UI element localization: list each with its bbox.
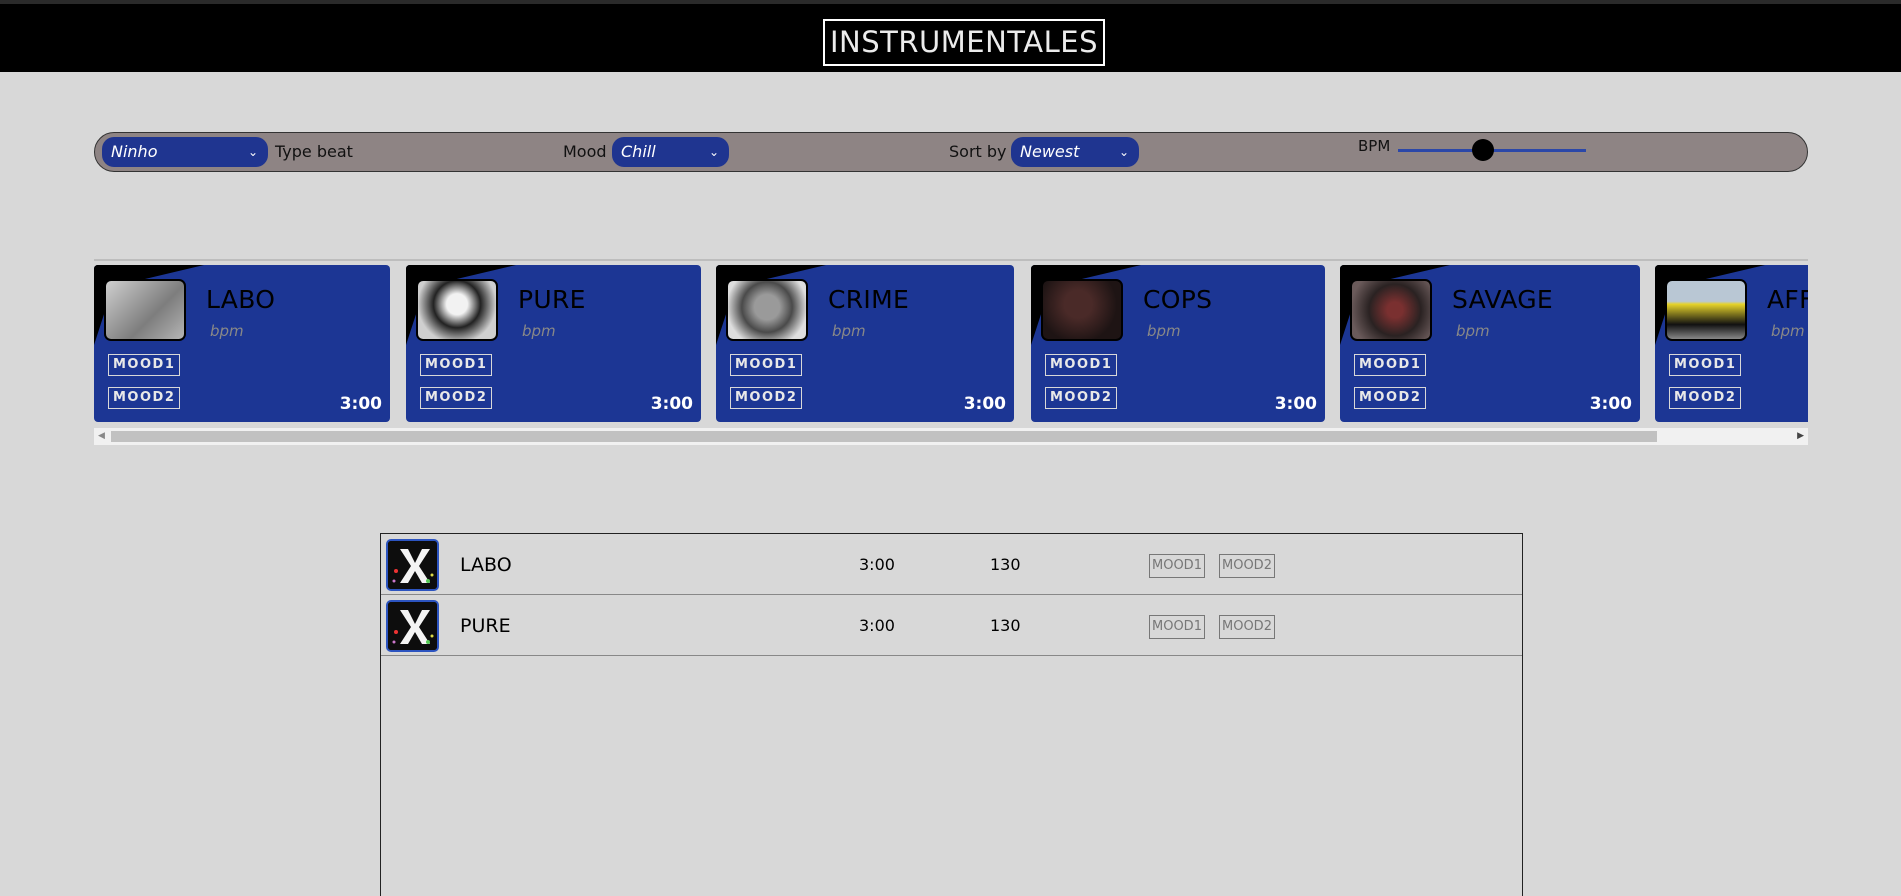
artist-select-value: Ninho [111, 142, 158, 161]
scroll-right-icon[interactable]: ▶ [1797, 432, 1804, 441]
beat-thumbnail [726, 279, 808, 341]
divider [94, 259, 1808, 261]
chevron-down-icon: ⌄ [708, 145, 719, 159]
beat-title: COPS [1143, 285, 1213, 314]
mood-tag: MOOD1 [1149, 615, 1205, 639]
beat-card[interactable]: SAVAGE bpm MOOD1 MOOD2 3:00 [1340, 265, 1640, 422]
beat-bpm: bpm [210, 322, 244, 340]
track-title: LABO [460, 554, 512, 576]
chevron-down-icon: ⌄ [1118, 145, 1129, 159]
sort-select[interactable]: Newest ⌄ [1011, 137, 1139, 167]
scrollbar-thumb[interactable] [111, 431, 1657, 442]
mood-tag: MOOD1 [420, 354, 493, 376]
beat-thumbnail [1665, 279, 1747, 341]
bpm-label: BPM [1358, 137, 1391, 155]
beat-bpm: bpm [1147, 322, 1181, 340]
logo-icon [386, 539, 439, 591]
beat-card[interactable]: AFF bpm MOOD1 MOOD2 [1655, 265, 1808, 422]
beat-carousel: LABO bpm MOOD1 MOOD2 3:00 PURE bpm MOOD1… [94, 265, 1808, 423]
mood-tag: MOOD2 [1669, 387, 1742, 409]
beat-thumbnail [1041, 279, 1123, 341]
beat-title: PURE [518, 285, 586, 314]
mood-tag: MOOD1 [1045, 354, 1118, 376]
mood-tag: MOOD1 [1354, 354, 1427, 376]
top-bar: INSTRUMENTALES [0, 0, 1901, 72]
mood-tag: MOOD2 [1219, 615, 1275, 639]
beat-thumbnail [1350, 279, 1432, 341]
track-title: PURE [460, 615, 511, 637]
page-title: INSTRUMENTALES [823, 19, 1105, 66]
logo-icon-svg [388, 541, 437, 589]
mood-tag: MOOD1 [108, 354, 181, 376]
beat-card[interactable]: CRIME bpm MOOD1 MOOD2 3:00 [716, 265, 1014, 422]
mood-tag: MOOD2 [1045, 387, 1118, 409]
beat-card[interactable]: LABO bpm MOOD1 MOOD2 3:00 [94, 265, 390, 422]
beat-bpm: bpm [832, 322, 866, 340]
beat-title: LABO [206, 285, 276, 314]
logo-icon-svg [388, 602, 437, 650]
beat-thumbnail [416, 279, 498, 341]
bpm-slider-thumb[interactable] [1471, 139, 1494, 161]
sort-label: Sort by [949, 142, 1007, 161]
beat-card[interactable]: COPS bpm MOOD1 MOOD2 3:00 [1031, 265, 1325, 422]
beat-thumbnail [104, 279, 186, 341]
mood-select-value: Chill [621, 142, 656, 161]
mood-tag: MOOD1 [1669, 354, 1742, 376]
type-beat-label: Type beat [275, 142, 353, 161]
beat-duration: 3:00 [339, 394, 382, 414]
beat-title: AFF [1767, 285, 1808, 314]
beat-bpm: bpm [1456, 322, 1490, 340]
carousel-scrollbar[interactable]: ◀ ▶ [94, 428, 1808, 445]
beat-title: CRIME [828, 285, 910, 314]
mood-select[interactable]: Chill ⌄ [612, 137, 729, 167]
track-bpm: 130 [990, 555, 1021, 574]
track-bpm: 130 [990, 616, 1021, 635]
scroll-left-icon[interactable]: ◀ [98, 432, 105, 441]
mood-tag: MOOD1 [730, 354, 803, 376]
track-duration: 3:00 [859, 555, 895, 574]
beat-duration: 3:00 [1274, 394, 1317, 414]
artist-select[interactable]: Ninho ⌄ [102, 137, 268, 167]
mood-tag: MOOD2 [420, 387, 493, 409]
track-row[interactable]: PURE 3:00 130 MOOD1 MOOD2 [381, 595, 1522, 656]
mood-tag: MOOD2 [1219, 554, 1275, 578]
beat-duration: 3:00 [650, 394, 693, 414]
mood-tag: MOOD2 [108, 387, 181, 409]
logo-icon [386, 600, 439, 652]
track-duration: 3:00 [859, 616, 895, 635]
mood-tag: MOOD1 [1149, 554, 1205, 578]
beat-title: SAVAGE [1452, 285, 1553, 314]
chevron-down-icon: ⌄ [247, 145, 258, 159]
beat-duration: 3:00 [1589, 394, 1632, 414]
track-list: LABO 3:00 130 MOOD1 MOOD2 PURE 3:00 130 … [380, 533, 1523, 896]
mood-label: Mood [563, 142, 607, 161]
beat-card[interactable]: PURE bpm MOOD1 MOOD2 3:00 [406, 265, 701, 422]
beat-bpm: bpm [1771, 322, 1805, 340]
beat-bpm: bpm [522, 322, 556, 340]
beat-duration: 3:00 [963, 394, 1006, 414]
sort-select-value: Newest [1020, 142, 1080, 161]
mood-tag: MOOD2 [730, 387, 803, 409]
track-row[interactable]: LABO 3:00 130 MOOD1 MOOD2 [381, 534, 1522, 595]
mood-tag: MOOD2 [1354, 387, 1427, 409]
